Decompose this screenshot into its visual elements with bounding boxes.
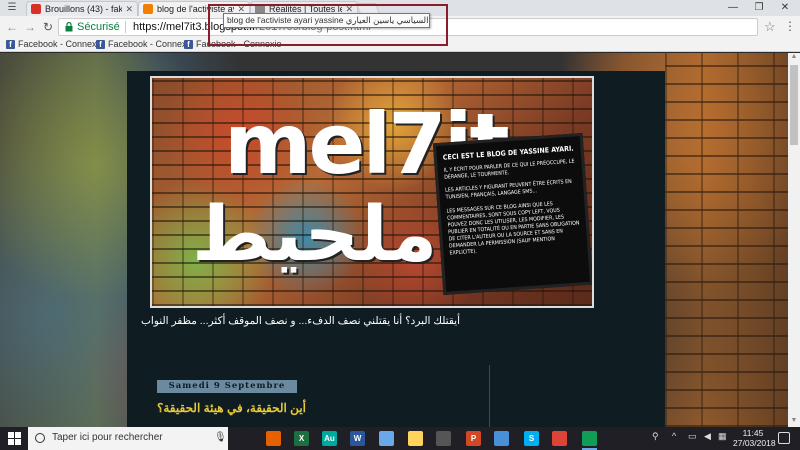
forward-icon[interactable]: → <box>22 19 38 35</box>
blog-container: mel7it ملحيط Ceci est le blog de Yassine… <box>127 71 665 427</box>
post-date: Samedi 9 Septembre 2017 <box>157 380 297 404</box>
lock-icon <box>65 22 73 32</box>
blog-header-image[interactable]: mel7it ملحيط Ceci est le blog de Yassine… <box>150 76 594 308</box>
facebook-icon: f <box>6 39 15 49</box>
chrome-active-icon[interactable] <box>582 431 597 446</box>
column-divider <box>489 365 490 427</box>
scroll-up-icon[interactable]: ▲ <box>788 53 800 63</box>
page-scrollbar[interactable]: ▲ ▼ <box>788 53 800 427</box>
post-title-link[interactable]: أين الحقيقة، في هيئة الحقيقة؟ <box>157 401 306 415</box>
scroll-down-icon[interactable]: ▼ <box>788 417 800 427</box>
audition-icon[interactable]: Au <box>322 431 337 446</box>
excel-icon[interactable]: X <box>294 431 309 446</box>
close-icon[interactable]: ✕ <box>125 4 133 15</box>
chrome-menu-icon[interactable]: ⋮ <box>784 19 796 33</box>
facebook-icon: f <box>184 39 193 49</box>
keyboard-icon[interactable]: ▦ <box>718 431 727 442</box>
windows-start-icon[interactable] <box>8 432 22 446</box>
chrome-icon[interactable] <box>552 431 567 446</box>
blog-intro-box: Ceci est le blog de Yassine Ayari. Il y … <box>432 132 592 296</box>
web-page: mel7it ملحيط Ceci est le blog de Yassine… <box>0 53 800 427</box>
intro-paragraph: Les articles y figurant peuvent être écr… <box>445 179 572 202</box>
chevron-up-icon[interactable]: ^ <box>672 431 676 441</box>
intro-paragraph: Il y écrit pour parler de ce qui le préo… <box>443 158 575 181</box>
search-placeholder: Taper ici pour rechercher <box>52 432 163 443</box>
user-icon[interactable]: ⚲ <box>652 431 659 442</box>
tab-tooltip: blog de l'activiste ayari yassine مدونة … <box>223 13 430 28</box>
facebook-icon: f <box>96 39 105 49</box>
files-icon[interactable] <box>408 431 423 446</box>
brick-background <box>665 53 800 427</box>
bookmark-star-icon[interactable]: ☆ <box>764 19 776 35</box>
bookmark-label: Facebook - Connexio <box>18 39 104 49</box>
skype-icon[interactable]: S <box>524 431 539 446</box>
cortana-icon <box>35 433 45 443</box>
volume-icon[interactable]: ◀ <box>704 431 711 442</box>
tab-gmail[interactable]: Brouillons (43) - fakhri.kh ✕ <box>26 1 138 16</box>
calculator-icon[interactable] <box>436 431 451 446</box>
network-icon[interactable]: ▭ <box>688 431 697 442</box>
clock-date: 27/03/2018 <box>733 437 776 448</box>
divider <box>125 21 126 33</box>
close-window-button[interactable]: ✕ <box>770 0 800 16</box>
system-clock[interactable]: 11:45 27/03/2018 <box>733 428 776 449</box>
blog-logo-arabic: ملحيط <box>192 189 438 278</box>
word-icon[interactable]: W <box>350 431 365 446</box>
firefox-icon[interactable] <box>266 431 281 446</box>
notification-icon[interactable] <box>778 432 790 444</box>
blog-tagline: أيقتلك البرد؟ أنا يقتلني نصف الدفء... و … <box>141 315 460 327</box>
window-menu-icon[interactable]: ☰ <box>4 2 20 14</box>
microphone-icon[interactable]: 🎙 <box>214 432 227 443</box>
bookmark-item[interactable]: f Facebook - Connexio <box>6 39 104 49</box>
bookmark-item[interactable]: f Facebook - Connexio <box>96 39 194 49</box>
scrollbar-thumb[interactable] <box>790 65 798 145</box>
back-icon[interactable]: ← <box>4 19 20 35</box>
bookmark-label: Facebook - Connexio <box>108 39 194 49</box>
powerpoint-icon[interactable]: P <box>466 431 481 446</box>
intro-paragraph: Les messages sur ce blog ainsi que les c… <box>446 200 580 257</box>
gmail-icon <box>31 4 41 14</box>
secure-label: Sécurisé <box>77 21 120 33</box>
task-view-icon[interactable] <box>238 431 253 446</box>
reload-icon[interactable]: ↻ <box>40 19 56 35</box>
taskbar: Taper ici pour rechercher 🎙 X Au W P S ⚲ ^ ▭… <box>0 427 800 450</box>
tab-label: Brouillons (43) - fakhri.kh <box>45 4 122 14</box>
paint-icon[interactable] <box>379 431 394 446</box>
taskbar-search-input[interactable]: Taper ici pour rechercher 🎙 <box>28 427 228 450</box>
app-icon[interactable] <box>494 431 509 446</box>
blogger-icon <box>143 4 153 14</box>
